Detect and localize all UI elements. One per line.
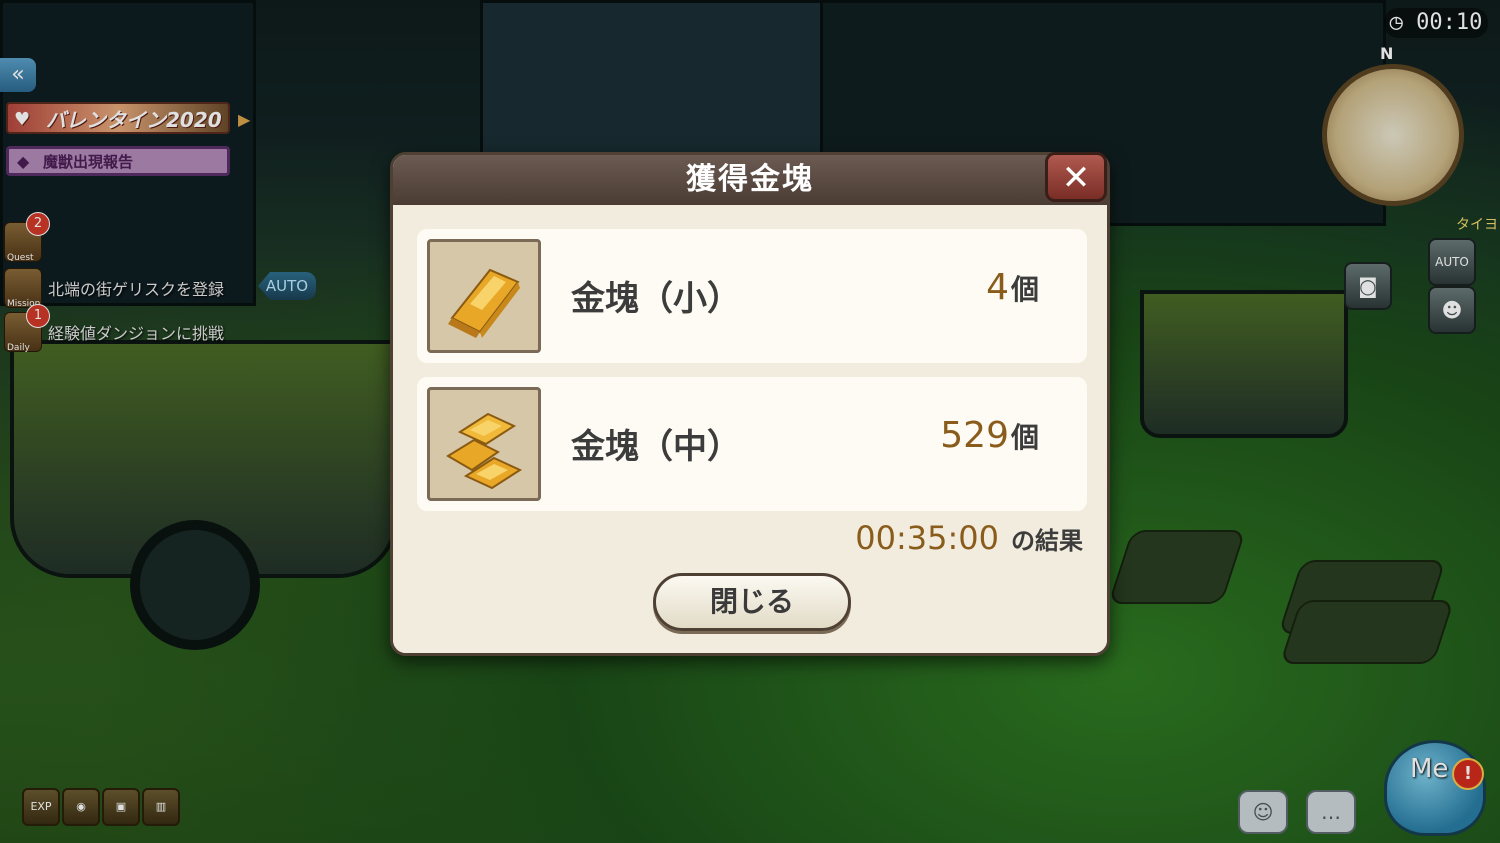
- dialog-body: 金塊（小） 4個 金塊（中） 529個 00:35:00 の結果 閉じる: [393, 205, 1107, 653]
- result-time: 00:35:00: [855, 519, 999, 557]
- gold-bar-icon: [427, 239, 541, 353]
- result-suffix: の結果: [1011, 527, 1083, 555]
- count-unit: 個: [1010, 421, 1039, 454]
- count-unit: 個: [1010, 273, 1039, 306]
- item-name: 金塊（中）: [571, 427, 741, 467]
- count-value: 4: [986, 267, 1009, 308]
- gold-acquired-dialog: 獲得金塊 金塊（小） 4個 金塊（中） 529個 00:35:00 の結果 閉じ…: [390, 152, 1110, 656]
- item-name: 金塊（小）: [571, 279, 741, 319]
- close-button[interactable]: 閉じる: [653, 573, 851, 631]
- item-count: 529個: [940, 415, 1039, 456]
- reward-row-medium-gold: 金塊（中） 529個: [417, 377, 1087, 511]
- dialog-title: 獲得金塊: [393, 155, 1107, 205]
- count-value: 529: [940, 415, 1009, 456]
- close-x-icon[interactable]: ✕: [1045, 152, 1107, 202]
- reward-row-small-gold: 金塊（小） 4個: [417, 229, 1087, 363]
- gold-bar-stack-icon: [427, 387, 541, 501]
- item-count: 4個: [986, 267, 1039, 308]
- result-duration: 00:35:00 の結果: [855, 519, 1083, 557]
